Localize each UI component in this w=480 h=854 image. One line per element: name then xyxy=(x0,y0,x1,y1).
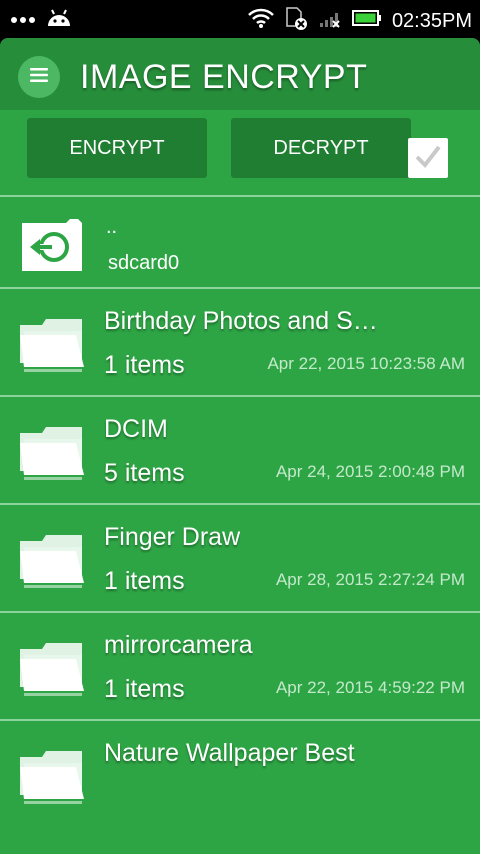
folder-date: Apr 22, 2015 10:23:58 AM xyxy=(267,354,465,373)
folder-date: Apr 28, 2015 2:27:24 PM xyxy=(275,570,465,589)
folder-item[interactable]: Nature Wallpaper Best xyxy=(0,721,480,827)
folder-item-count: 1 items xyxy=(104,351,185,379)
folder-icon xyxy=(18,315,86,378)
up-dots: .. xyxy=(106,216,118,238)
wifi-icon xyxy=(248,8,274,33)
status-bar: 02:35PM xyxy=(0,0,480,38)
folder-item[interactable]: Birthday Photos and S… 1 items Apr 22, 2… xyxy=(0,289,480,395)
folder-item[interactable]: mirrorcamera 1 items Apr 22, 2015 4:59:2… xyxy=(0,613,480,719)
status-time: 02:35PM xyxy=(391,9,472,32)
hamburger-menu-icon xyxy=(29,67,49,88)
battery-icon xyxy=(351,9,382,32)
select-all-checkbox[interactable] xyxy=(408,138,448,178)
folder-name: Nature Wallpaper Best xyxy=(104,739,355,767)
folder-item[interactable]: Finger Draw 1 items Apr 28, 2015 2:27:24… xyxy=(0,505,480,611)
folder-item[interactable]: DCIM 5 items Apr 24, 2015 2:00:48 PM xyxy=(0,397,480,503)
decrypt-button[interactable]: DECRYPT xyxy=(231,118,411,178)
android-icon xyxy=(46,6,72,33)
file-list: .. sdcard0 Birthday Photos and S… 1 item… xyxy=(0,195,480,827)
menu-button[interactable] xyxy=(18,56,60,98)
folder-date: Apr 24, 2015 2:00:48 PM xyxy=(275,462,465,481)
toolbar: IMAGE ENCRYPT xyxy=(0,38,480,110)
folder-date: Apr 22, 2015 4:59:22 PM xyxy=(275,678,465,697)
folder-icon xyxy=(18,423,86,486)
no-sim-icon xyxy=(284,6,308,35)
folder-name: DCIM xyxy=(104,415,168,443)
folder-name: mirrorcamera xyxy=(104,631,253,659)
signal-icon xyxy=(318,8,342,33)
folder-name: Finger Draw xyxy=(104,523,241,551)
sd-card-back-icon xyxy=(18,217,86,278)
app-window: IMAGE ENCRYPT ENCRYPT DECRYPT .. sdcard0 xyxy=(0,38,480,854)
folder-item-count: 1 items xyxy=(104,567,185,595)
folder-icon xyxy=(18,531,86,594)
folder-name: Birthday Photos and S… xyxy=(104,307,378,335)
up-path-label: sdcard0 xyxy=(108,252,180,274)
app-title: IMAGE ENCRYPT xyxy=(80,58,368,96)
folder-item-count: 1 items xyxy=(104,675,185,703)
encrypt-button[interactable]: ENCRYPT xyxy=(27,118,207,178)
up-directory-item[interactable]: .. sdcard0 xyxy=(0,197,480,287)
more-dots-icon xyxy=(10,11,36,29)
folder-icon xyxy=(18,639,86,702)
checkmark-icon xyxy=(414,143,442,174)
folder-icon xyxy=(18,747,86,810)
folder-item-count: 5 items xyxy=(104,459,185,487)
